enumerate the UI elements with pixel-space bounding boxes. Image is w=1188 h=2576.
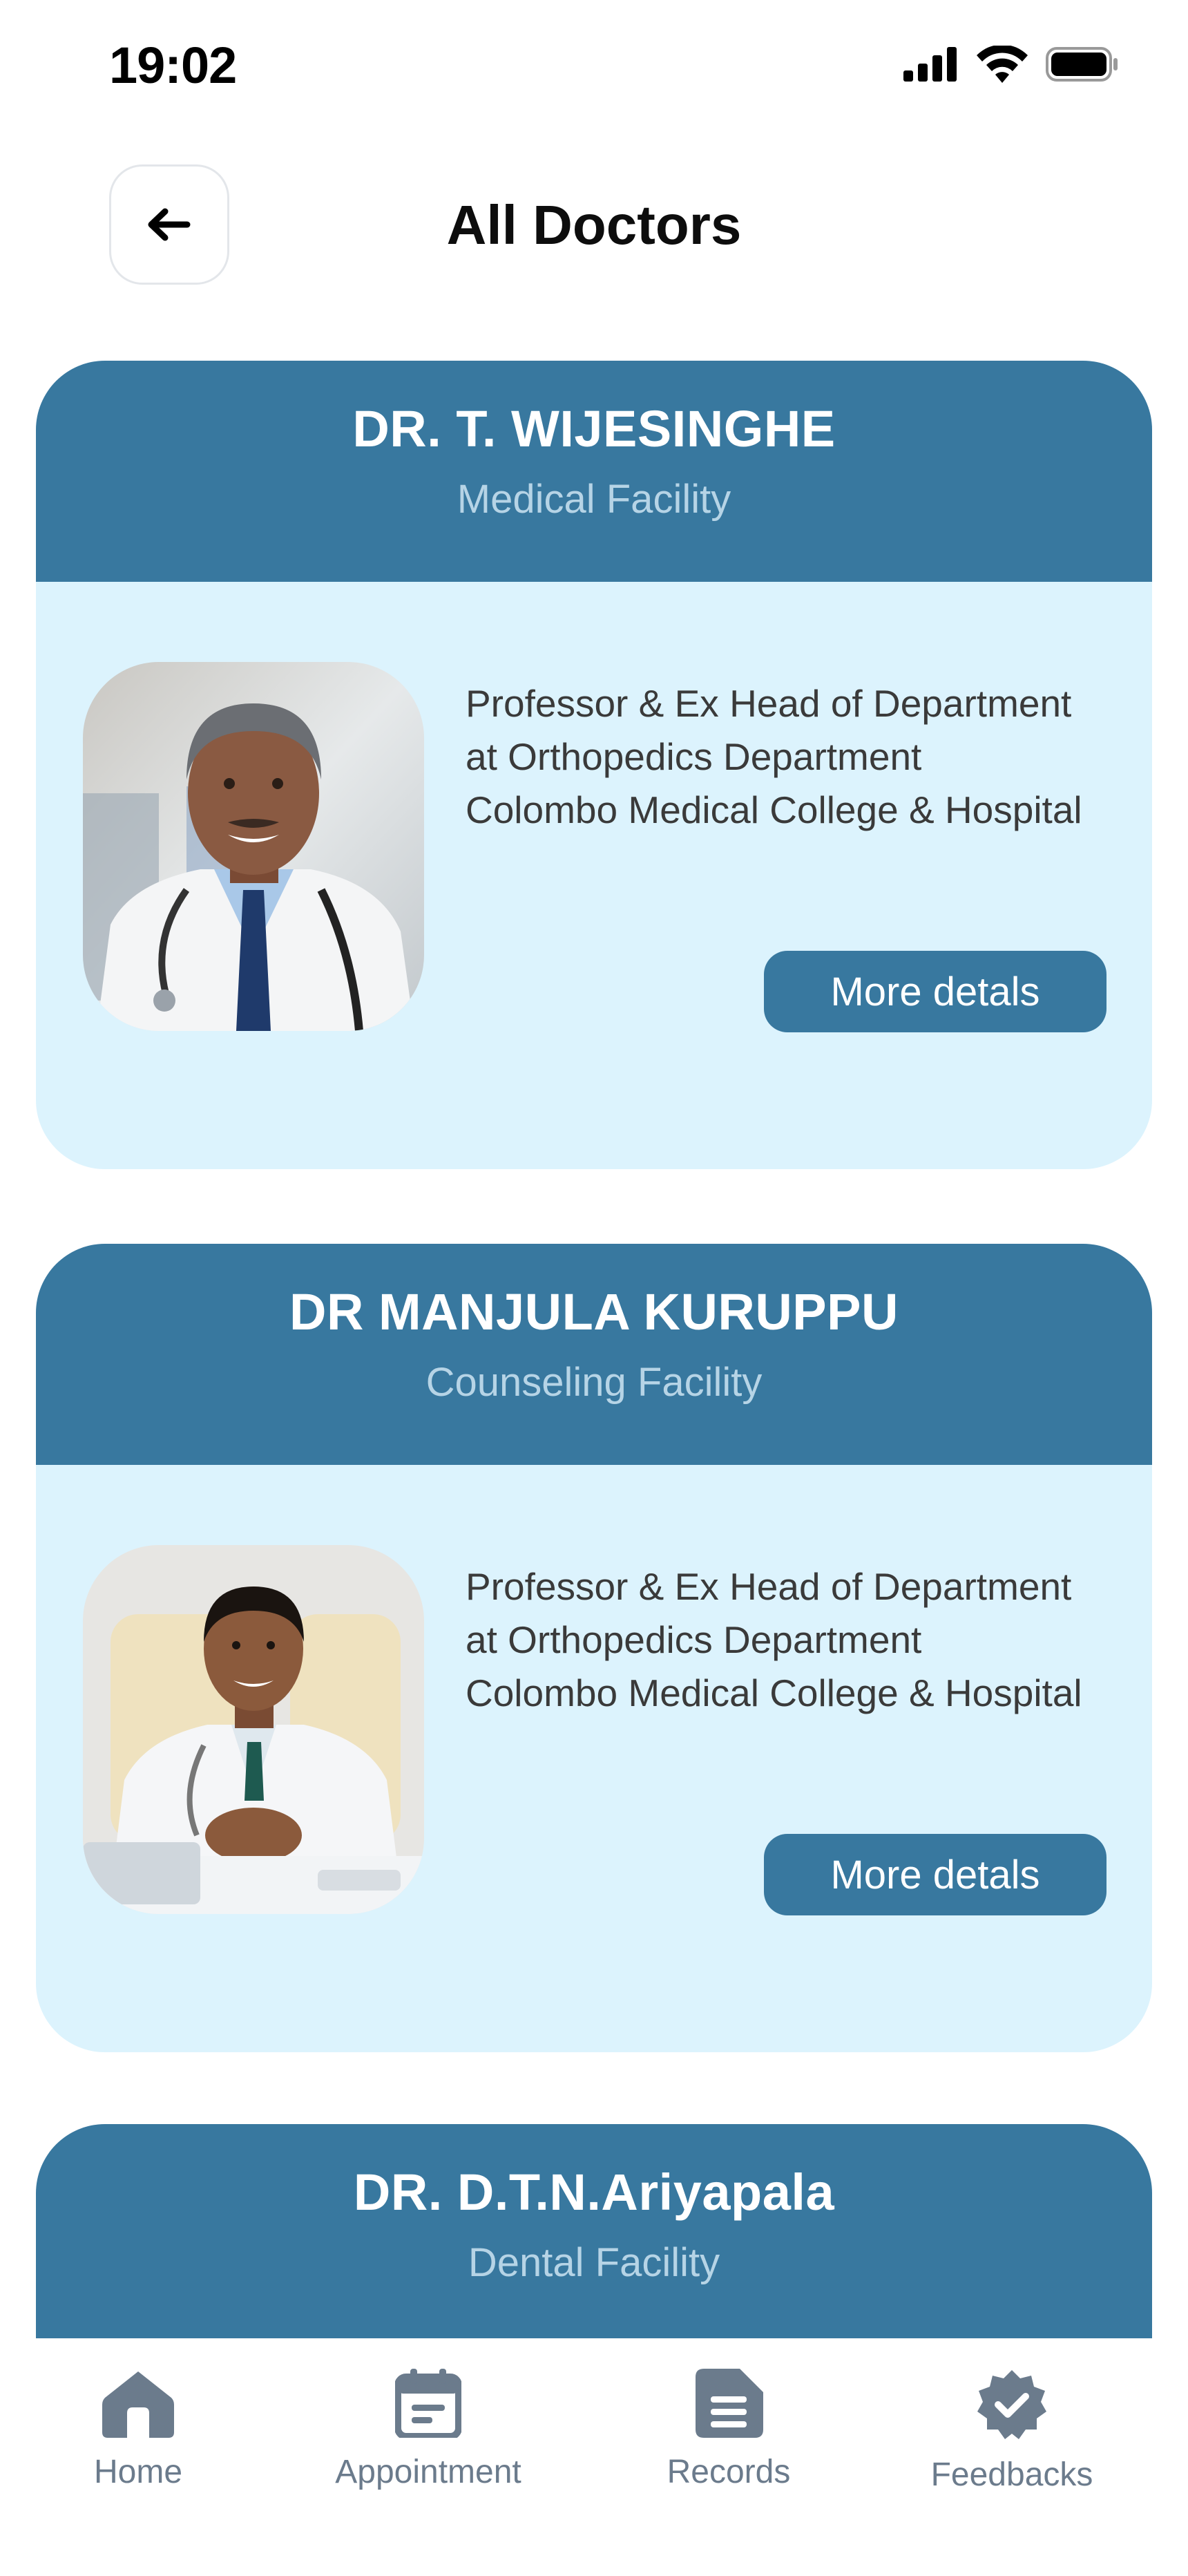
home-icon (102, 2371, 174, 2438)
doctor-description: Professor & Ex Head of Department at Ort… (466, 1560, 1129, 1720)
description-line: at Orthopedics Department (466, 1618, 922, 1661)
description-line: Colombo Medical College & Hospital (466, 1671, 1082, 1714)
doctor-facility: Dental Facility (468, 2240, 720, 2285)
description-line: Colombo Medical College & Hospital (466, 788, 1082, 831)
bottom-nav: Home Appointment Records Feedbacks (0, 2338, 1188, 2576)
status-time: 19:02 (109, 37, 237, 94)
doctor-card-header: DR. T. WIJESINGHE Medical Facility (36, 361, 1152, 582)
page-title: All Doctors (446, 194, 742, 256)
nav-item-home[interactable]: Home (62, 2369, 214, 2491)
doctor-photo (83, 662, 424, 1031)
more-details-button[interactable]: More detals (764, 951, 1106, 1032)
doctor-name: DR. D.T.N.Ariyapala (353, 2163, 835, 2221)
badge-check-icon (977, 2370, 1046, 2439)
nav-label: Records (667, 2454, 791, 2490)
document-icon (696, 2369, 763, 2438)
nav-item-appointment[interactable]: Appointment (314, 2369, 542, 2491)
battery-icon (1046, 47, 1118, 82)
nav-label: Home (93, 2454, 183, 2490)
doctor-card-body: Professor & Ex Head of Department at Ort… (36, 1465, 1152, 2052)
doctor-photo (83, 1545, 424, 1914)
nav-label: Appointment (335, 2454, 521, 2490)
doctor-name: DR MANJULA KURUPPU (289, 1283, 899, 1341)
signal-icon (903, 47, 957, 82)
description-line: Professor & Ex Head of Department (466, 682, 1072, 725)
wifi-icon (977, 46, 1028, 83)
calendar-icon (395, 2369, 461, 2438)
doctor-card-header: DR MANJULA KURUPPU Counseling Facility (36, 1244, 1152, 1465)
more-details-button[interactable]: More detals (764, 1834, 1106, 1915)
doctor-card: DR. T. WIJESINGHE Medical Facility Profe… (36, 361, 1152, 1169)
doctor-card: DR MANJULA KURUPPU Counseling Facility P… (36, 1244, 1152, 2052)
description-line: Professor & Ex Head of Department (466, 1565, 1072, 1608)
status-bar: 19:02 (0, 0, 1188, 131)
doctor-facility: Medical Facility (457, 477, 731, 522)
doctor-card-body: Professor & Ex Head of Department at Ort… (36, 582, 1152, 1169)
description-line: at Orthopedics Department (466, 735, 922, 778)
nav-item-records[interactable]: Records (642, 2369, 815, 2491)
nav-label: Feedbacks (930, 2456, 1093, 2493)
doctor-description: Professor & Ex Head of Department at Ort… (466, 677, 1129, 837)
doctor-name: DR. T. WIJESINGHE (352, 400, 836, 457)
doctor-facility: Counseling Facility (425, 1360, 763, 1405)
status-icons (903, 46, 1119, 83)
nav-item-feedbacks[interactable]: Feedbacks (908, 2369, 1115, 2494)
